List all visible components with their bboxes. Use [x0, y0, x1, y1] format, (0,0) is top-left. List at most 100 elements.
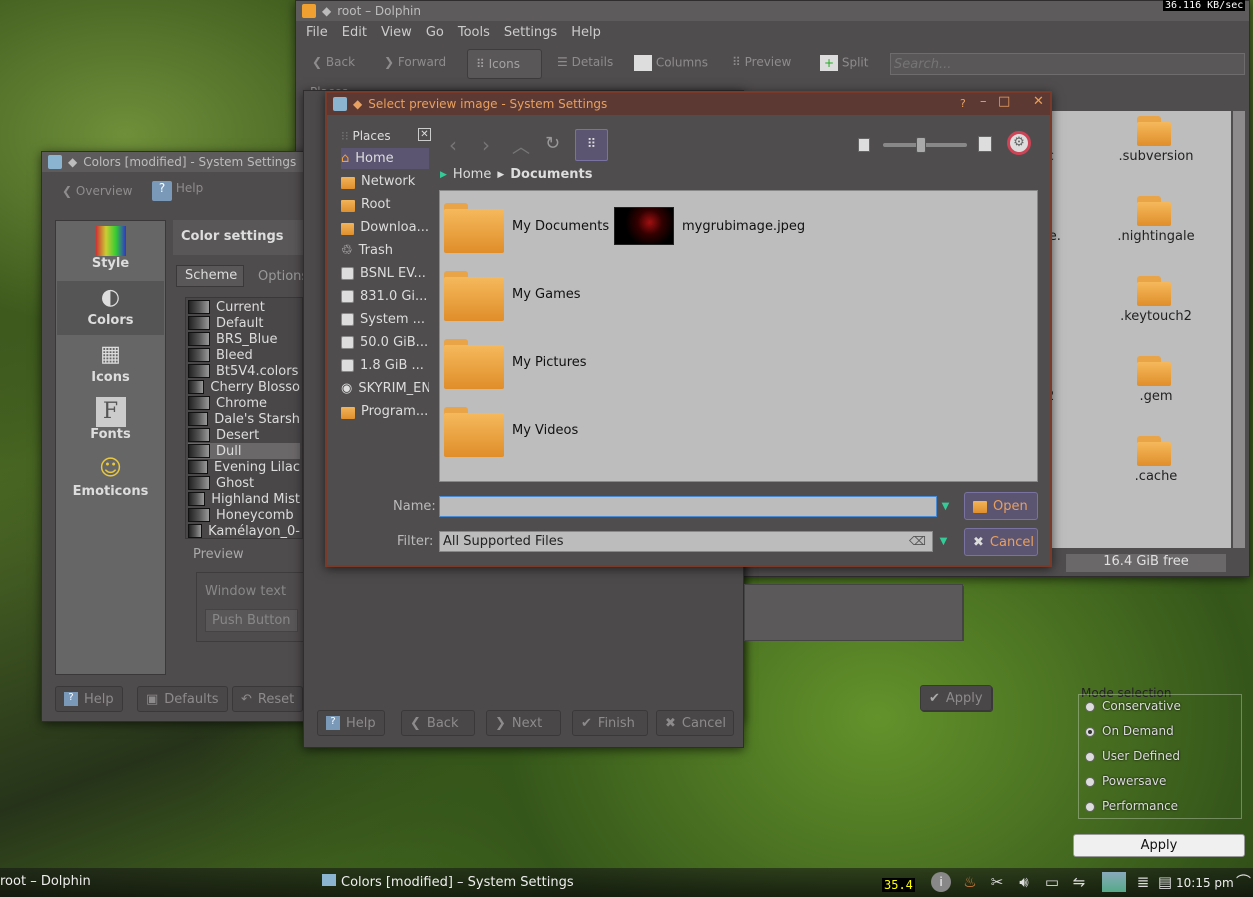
place-program[interactable]: Program... — [341, 401, 429, 422]
power-option-label[interactable]: User Defined — [1102, 749, 1180, 763]
dolphin-file-label[interactable]: .gem — [1096, 389, 1216, 404]
place-system[interactable]: System ... — [341, 309, 429, 330]
flame-icon[interactable]: ♨ — [960, 872, 980, 892]
places-close-icon[interactable]: ✕ — [418, 128, 431, 141]
zoom-slider[interactable] — [883, 137, 967, 153]
dolphin-file-label[interactable]: .nightingale — [1096, 229, 1216, 244]
place-50-0-gib[interactable]: 50.0 GiB... — [341, 332, 429, 353]
dolphin-folder-icon[interactable] — [1137, 356, 1171, 386]
up-arrow-icon[interactable]: ︿ — [512, 133, 530, 159]
info-icon[interactable]: i — [931, 872, 951, 892]
breadcrumb-home[interactable]: Home — [453, 167, 491, 182]
network-icon[interactable]: ▭ — [1042, 872, 1062, 892]
colors-apply-button[interactable]: ✔ Apply — [920, 685, 992, 711]
preview-button[interactable]: ⠿ Preview — [732, 55, 791, 69]
wizard-back-button[interactable]: ❮ Back — [401, 710, 475, 736]
folder-icon[interactable] — [444, 271, 504, 321]
dolphin-titlebar[interactable]: ◆ root – Dolphin — [296, 1, 1249, 21]
menu-edit[interactable]: Edit — [342, 25, 367, 40]
cancel-button[interactable]: ✖ Cancel — [964, 528, 1038, 556]
breadcrumb-documents[interactable]: Documents — [510, 167, 592, 182]
power-option-label[interactable]: Powersave — [1102, 774, 1166, 788]
help-menu-button[interactable]: ? Help — [152, 181, 203, 201]
scheme-list[interactable]: Current Default BRS_Blue Bleed Bt5V4.colors C… — [185, 297, 303, 539]
zoom-in-icon[interactable] — [978, 136, 992, 152]
clock[interactable]: 10:15 pm — [1176, 876, 1234, 890]
scheme-item[interactable]: Chrome — [188, 395, 300, 411]
tab-scheme[interactable]: Scheme — [176, 265, 244, 287]
context-help-button[interactable]: ? — [960, 97, 966, 110]
folder-icon[interactable] — [444, 339, 504, 389]
wizard-finish-button[interactable]: ✔ Finish — [572, 710, 648, 736]
power-option-label[interactable]: Performance — [1102, 799, 1178, 813]
place-root[interactable]: Root — [341, 194, 429, 215]
minimize-icon[interactable]: – — [980, 94, 987, 109]
pin-icon[interactable]: ◆ — [353, 97, 362, 111]
pager-desktop-icon[interactable] — [1102, 872, 1126, 892]
klipper-scissors-icon[interactable]: ✂ — [987, 872, 1007, 892]
dialog-titlebar[interactable]: ◆ Select preview image - System Settings — [327, 93, 1050, 115]
cashew-menu-icon[interactable]: ⌒ — [1236, 872, 1251, 892]
dolphin-file-label[interactable]: .keytouch2 — [1096, 309, 1216, 324]
folder-icon[interactable] — [444, 407, 504, 457]
zoom-slider-handle[interactable] — [916, 137, 926, 153]
menu-settings[interactable]: Settings — [504, 25, 557, 40]
place-downloa[interactable]: Downloa... — [341, 217, 429, 238]
dolphin-file-label[interactable]: .subversion — [1096, 149, 1216, 164]
window-list-icon[interactable]: ≣ — [1133, 872, 1153, 892]
name-dropdown-icon[interactable]: ▼ — [937, 496, 954, 517]
category-icons[interactable]: ▦ Icons — [57, 338, 164, 392]
search-input[interactable] — [890, 53, 1245, 75]
menu-view[interactable]: View — [381, 25, 412, 40]
power-option-label[interactable]: Conservative — [1102, 699, 1181, 713]
category-style[interactable]: ▥Style — [57, 224, 164, 278]
dolphin-file-label[interactable]: .cache — [1096, 469, 1216, 484]
clear-filter-icon[interactable]: ⌫ — [909, 534, 926, 548]
scheme-item[interactable]: Current — [188, 299, 300, 315]
show-desktop-icon[interactable]: ▤ — [1155, 872, 1175, 892]
file-view[interactable]: My Documents mygrubimage.jpeg My Games My P… — [439, 190, 1038, 482]
place-831-0-gi[interactable]: 831.0 Gi... — [341, 286, 429, 307]
split-button[interactable]: + Split — [820, 55, 868, 71]
file-label[interactable]: mygrubimage.jpeg — [682, 219, 805, 234]
back-arrow-icon[interactable]: ‹ — [449, 133, 457, 157]
wizard-help-button[interactable]: ? Help — [317, 710, 385, 736]
category-fonts[interactable]: F Fonts — [57, 395, 164, 449]
menu-go[interactable]: Go — [426, 25, 444, 40]
volume-icon[interactable]: 🔊︎ — [1014, 872, 1034, 892]
image-thumbnail-icon[interactable] — [614, 207, 674, 245]
scheme-item[interactable]: Dale's Starsh — [188, 411, 300, 427]
power-apply-button[interactable]: Apply — [1073, 834, 1245, 857]
filter-combo[interactable]: All Supported Files ⌫ — [439, 531, 933, 552]
scheme-item[interactable]: Default — [188, 315, 300, 331]
scheme-item[interactable]: Cherry Blosso — [188, 379, 300, 395]
file-label[interactable]: My Pictures — [512, 355, 587, 370]
task-colors[interactable]: Colors [modified] – System Settings — [322, 874, 574, 890]
scheme-item[interactable]: Evening Lilac — [188, 459, 300, 475]
folder-icon[interactable] — [444, 203, 504, 253]
scheme-item[interactable]: Bt5V4.colors — [188, 363, 300, 379]
power-radio[interactable] — [1085, 752, 1095, 762]
pin-icon[interactable]: ◆ — [68, 155, 77, 169]
scheme-item[interactable]: Desert — [188, 427, 300, 443]
place-network[interactable]: Network — [341, 171, 429, 192]
power-option-label[interactable]: On Demand — [1102, 724, 1174, 738]
category-emoticons[interactable]: ☺ Emoticons — [57, 452, 164, 506]
file-label[interactable]: My Videos — [512, 423, 578, 438]
dolphin-scrollbar[interactable] — [1233, 111, 1245, 548]
icon-view-button[interactable]: ⠿ — [575, 129, 608, 161]
scheme-item[interactable]: Dull — [188, 443, 300, 459]
overview-button[interactable]: ❮ Overview — [62, 184, 132, 198]
back-button[interactable]: ❮ Back — [312, 55, 355, 69]
scheme-item[interactable]: BRS_Blue — [188, 331, 300, 347]
reload-icon[interactable]: ↻ — [545, 133, 560, 154]
place-1-8-gib[interactable]: 1.8 GiB ... — [341, 355, 429, 376]
scheme-item[interactable]: Bleed — [188, 347, 300, 363]
category-colors[interactable]: ◐ Colors — [57, 281, 164, 335]
zoom-out-icon[interactable] — [858, 138, 870, 152]
wizard-cancel-button[interactable]: ✖ Cancel — [656, 710, 734, 736]
close-icon[interactable]: ✕ — [1033, 94, 1044, 109]
menu-tools[interactable]: Tools — [458, 25, 490, 40]
forward-button[interactable]: ❯ Forward — [384, 55, 446, 69]
place-skyrim-en[interactable]: ◉ SKYRIM_EN — [341, 378, 429, 399]
